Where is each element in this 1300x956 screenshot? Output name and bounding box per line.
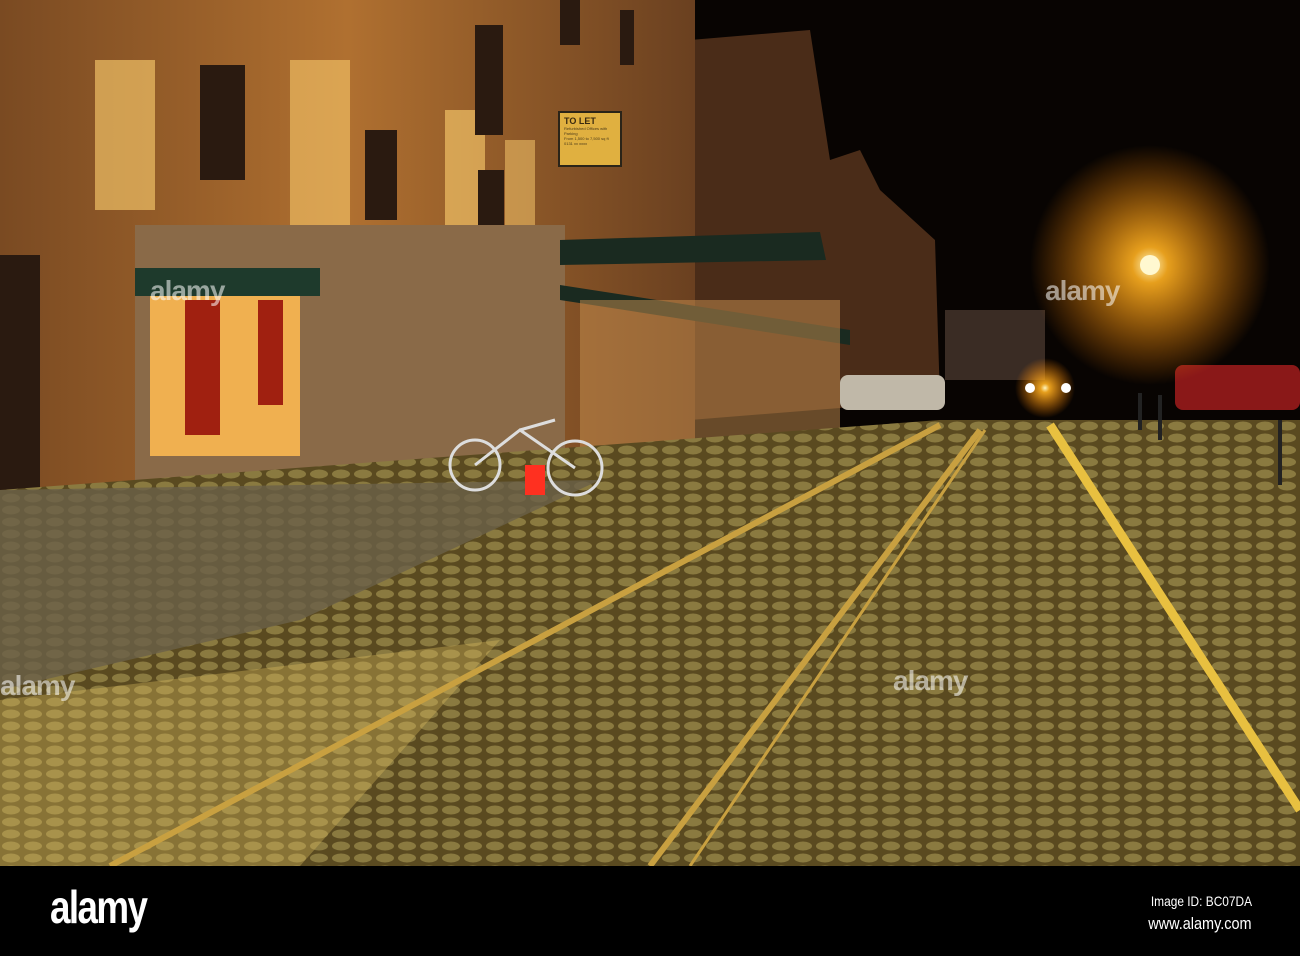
bus-shelter: [580, 300, 840, 450]
doorway: [0, 255, 40, 490]
to-let-sign: TO LET Refurbished Offices with Parking …: [558, 111, 622, 167]
watermark: alamy: [1045, 275, 1120, 306]
street-scene: [0, 0, 1300, 866]
alamy-logo: alamy: [50, 881, 148, 933]
sign-line: Refurbished Offices with Parking: [564, 126, 608, 136]
image-id: Image ID: BC07DA: [1150, 893, 1252, 909]
watermark: alamy: [0, 670, 75, 701]
red-light: [525, 465, 545, 495]
parked-car: [840, 375, 945, 410]
night-street-photo: TO LET Refurbished Offices with Parking …: [0, 0, 1300, 866]
watermark: alamy: [150, 275, 225, 306]
sign-title: TO LET: [564, 116, 596, 126]
sign-line: 0131 xx xxxx: [564, 141, 588, 146]
site-url: www.alamy.com: [1148, 914, 1252, 933]
watermark: alamy: [893, 665, 968, 696]
footer-bar: alamy Image ID: BC07DA www.alamy.com: [0, 866, 1300, 956]
